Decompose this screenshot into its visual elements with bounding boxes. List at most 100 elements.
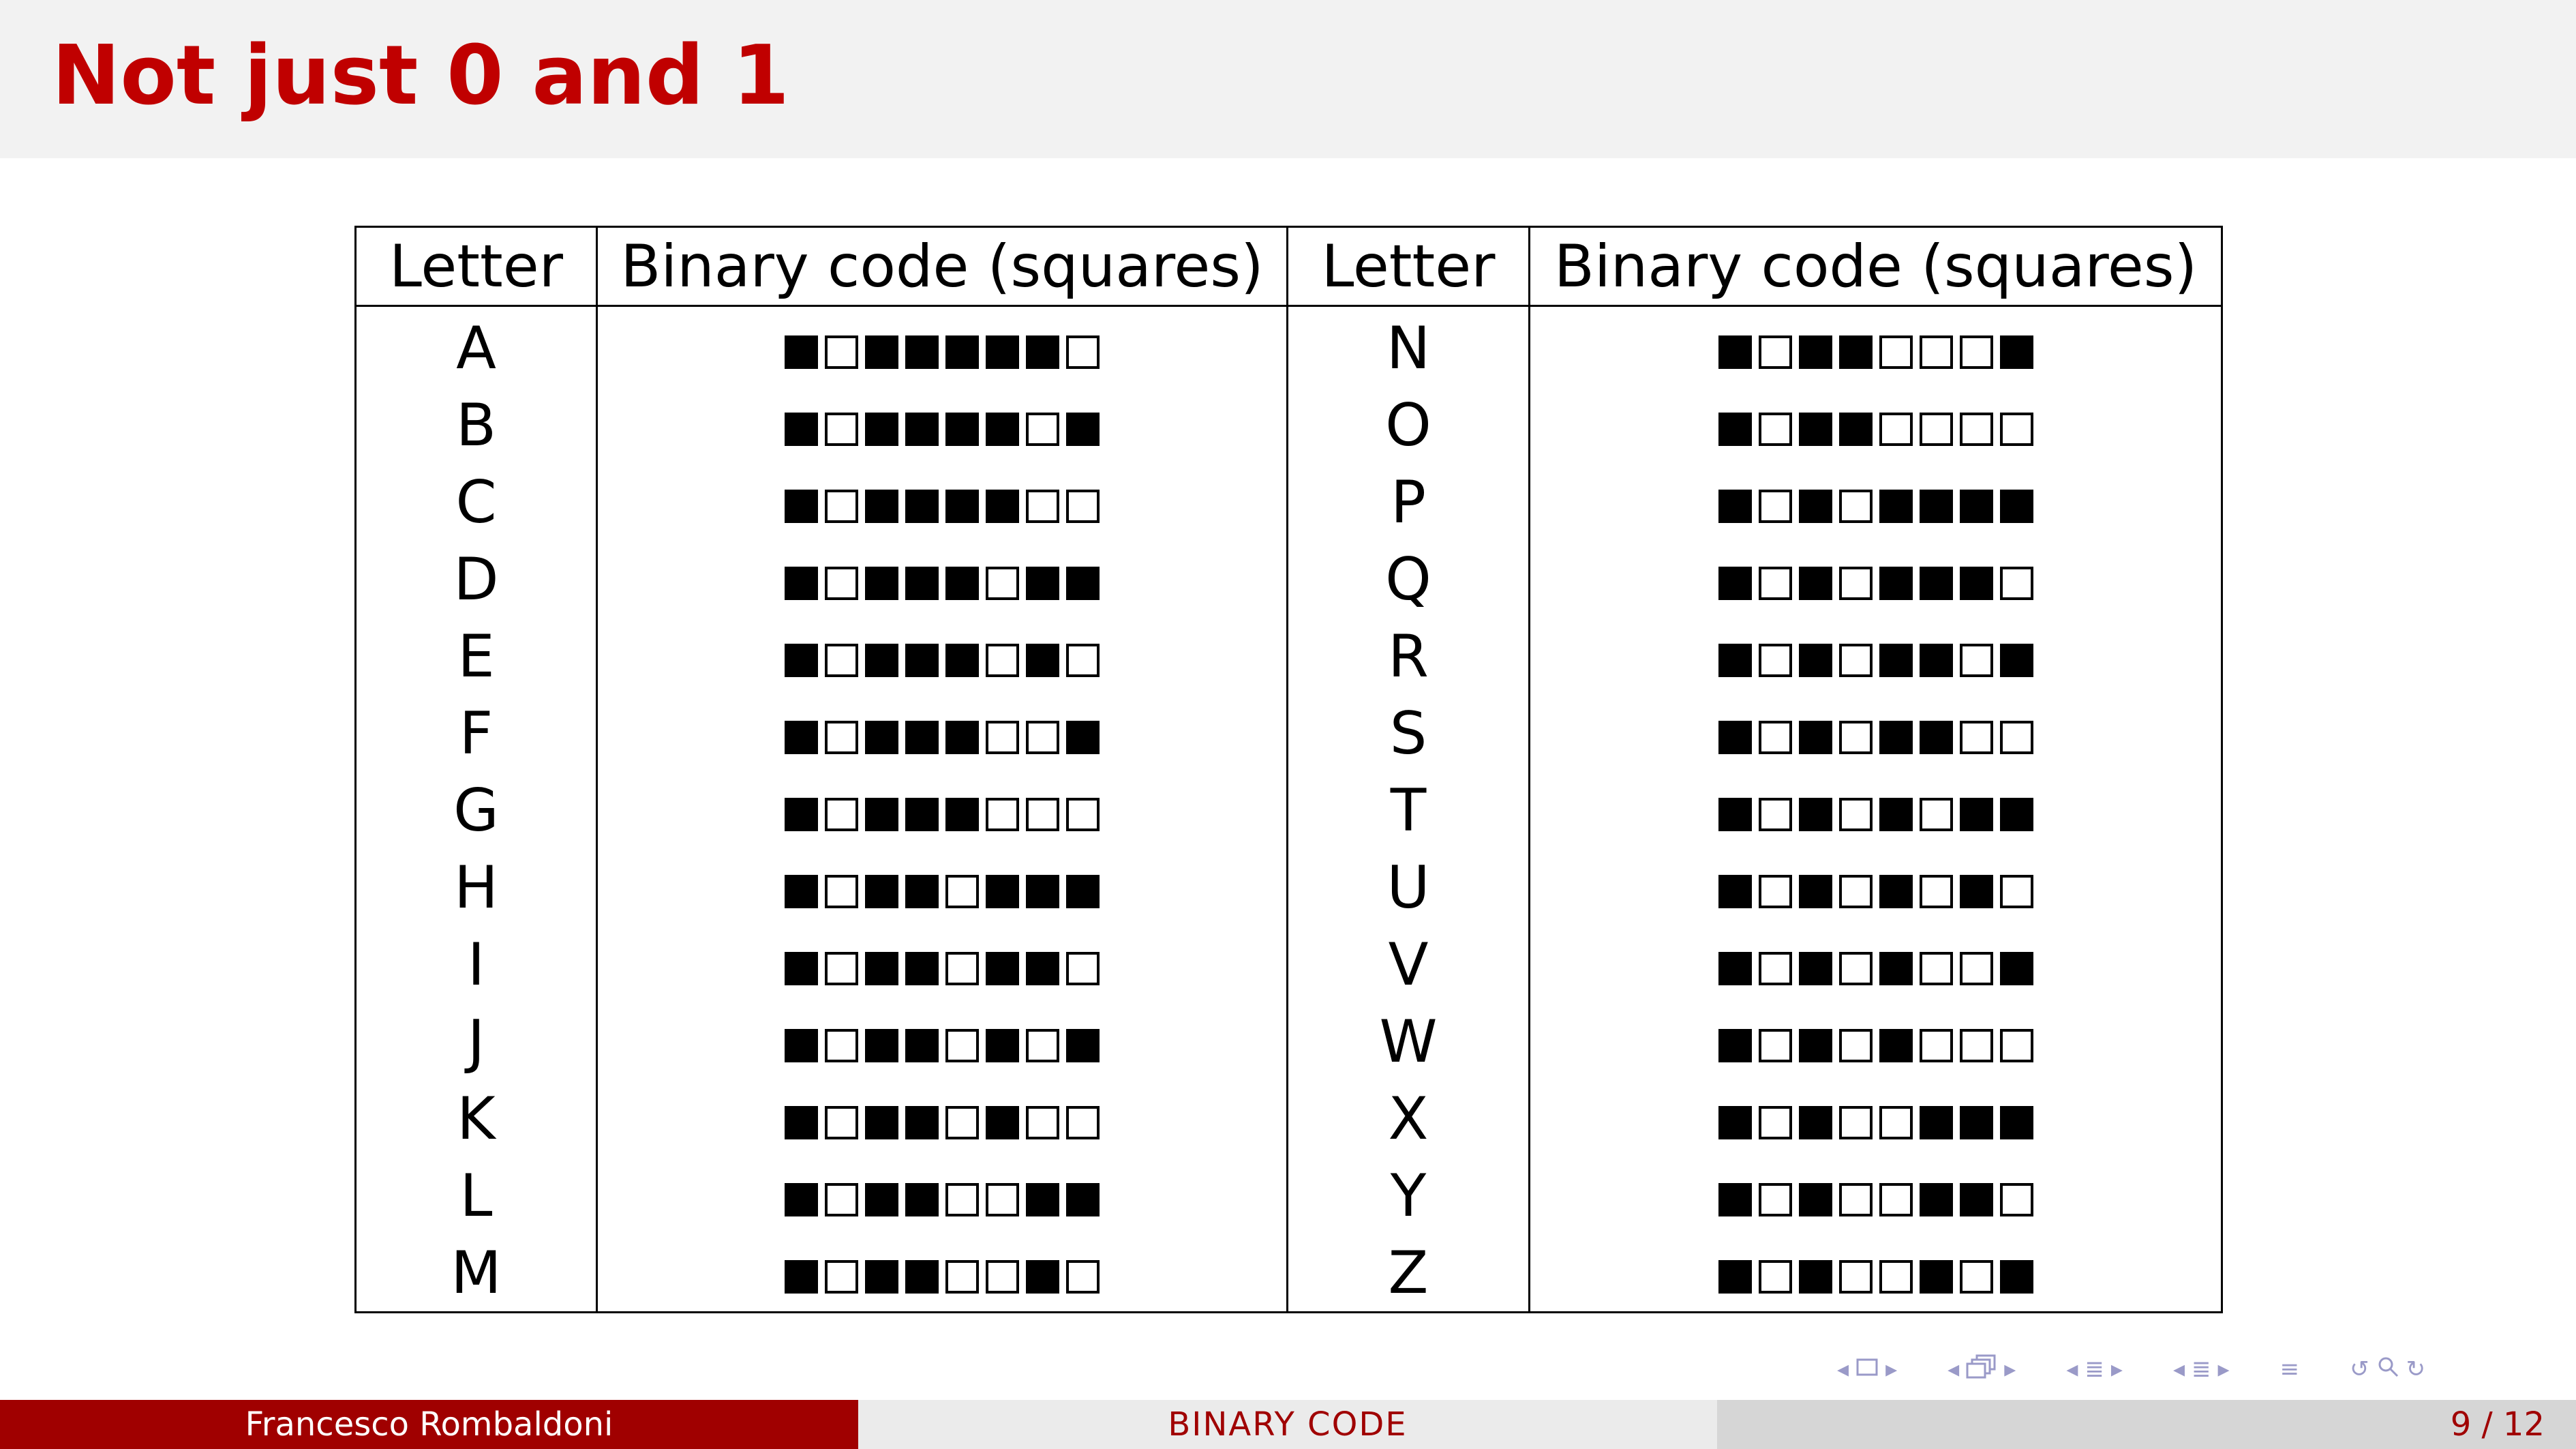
square-sequence [785, 874, 1100, 908]
search-icon[interactable] [2376, 1355, 2399, 1384]
empty-square [1959, 643, 1993, 677]
section-next-icon[interactable]: ▸ [2111, 1356, 2123, 1383]
empty-square [1919, 1028, 1953, 1062]
filled-square [905, 720, 939, 754]
table-row: HU [354, 849, 2223, 926]
empty-square [1758, 720, 1792, 754]
back-icon[interactable]: ↺ [2350, 1356, 2369, 1383]
filled-square [1999, 335, 2033, 369]
section2-icon[interactable]: ≣ [2192, 1356, 2211, 1383]
letter-cell-right: O [1286, 387, 1530, 464]
square-sequence [785, 643, 1100, 677]
binary-code-cell-left [596, 387, 1288, 464]
filled-square [1959, 566, 1993, 600]
square-sequence [785, 797, 1100, 831]
frame-icon[interactable] [1855, 1356, 1879, 1383]
filled-square [986, 1105, 1019, 1139]
empty-square [1959, 412, 1993, 446]
letter-cell-left: L [354, 1157, 598, 1234]
letter-cell-left: J [354, 1003, 598, 1080]
empty-square [1758, 489, 1792, 523]
empty-square [1838, 643, 1873, 677]
binary-code-cell-right [1528, 1003, 2223, 1080]
letter-cell-right: X [1286, 1080, 1530, 1157]
binary-code-cell-left [596, 695, 1288, 772]
filled-square [986, 489, 1019, 523]
filled-square [1838, 412, 1873, 446]
letter-cell-right: U [1286, 849, 1530, 926]
empty-square [1999, 720, 2033, 754]
section-prev-icon[interactable]: ◂ [2066, 1356, 2078, 1383]
binary-code-cell-right [1528, 618, 2223, 695]
binary-code-cell-right [1528, 541, 2223, 618]
filled-square [1999, 1105, 2033, 1139]
binary-code-cell-right [1528, 926, 2223, 1003]
subsection-next-icon[interactable]: ▸ [2004, 1356, 2016, 1383]
letter-cell-left: A [354, 305, 598, 387]
filled-square [905, 874, 939, 908]
frame-prev-icon[interactable]: ◂ [1837, 1356, 1849, 1383]
filled-square [785, 951, 818, 985]
align-icon[interactable]: ≡ [2280, 1356, 2300, 1383]
filled-square [1718, 720, 1752, 754]
filled-square [865, 1028, 898, 1062]
letter-cell-right: R [1286, 618, 1530, 695]
filled-square [1798, 874, 1832, 908]
empty-square [945, 874, 979, 908]
empty-square [825, 1259, 858, 1294]
section2-prev-icon[interactable]: ◂ [2173, 1356, 2185, 1383]
filled-square [945, 566, 979, 600]
empty-square [1026, 1105, 1059, 1139]
empty-square [825, 874, 858, 908]
section2-next-icon[interactable]: ▸ [2218, 1356, 2230, 1383]
empty-square [1838, 1259, 1873, 1294]
binary-code-cell-left [596, 541, 1288, 618]
subsection-prev-icon[interactable]: ◂ [1948, 1356, 1959, 1383]
letter-cell-left: I [354, 926, 598, 1003]
filled-square [785, 1028, 818, 1062]
section-icon[interactable]: ≣ [2085, 1356, 2104, 1383]
filled-square [945, 720, 979, 754]
filled-square [785, 797, 818, 831]
empty-square [1758, 951, 1792, 985]
empty-square [825, 1028, 858, 1062]
empty-square [1758, 797, 1792, 831]
filled-square [1919, 489, 1953, 523]
subsection-icon[interactable] [1966, 1354, 1997, 1385]
filled-square [1999, 1259, 2033, 1294]
filled-square [945, 489, 979, 523]
empty-square [986, 566, 1019, 600]
table-row: LY [354, 1157, 2223, 1234]
empty-square [1999, 1028, 2033, 1062]
empty-square [1026, 489, 1059, 523]
binary-code-cell-right [1528, 387, 2223, 464]
filled-square [1718, 412, 1752, 446]
filled-square [865, 566, 898, 600]
filled-square [986, 1028, 1019, 1062]
filled-square [1026, 643, 1059, 677]
square-sequence [785, 489, 1100, 523]
table-row: IV [354, 926, 2223, 1003]
letter-cell-left: K [354, 1080, 598, 1157]
empty-square [945, 1259, 979, 1294]
forward-icon[interactable]: ↻ [2406, 1356, 2426, 1383]
empty-square [1758, 643, 1792, 677]
binary-code-cell-left [596, 1003, 1288, 1080]
empty-square [945, 1028, 979, 1062]
filled-square [785, 720, 818, 754]
letter-cell-left: M [354, 1234, 598, 1313]
empty-square [1026, 412, 1059, 446]
filled-square [1999, 951, 2033, 985]
navigation-controls: ◂ ▸ ◂ ▸ ◂ ≣ ▸ ◂ ≣ ▸ ≡ ↺ ↻ [1837, 1354, 2425, 1384]
table-row: AN [354, 305, 2223, 387]
empty-square [1959, 1259, 1993, 1294]
filled-square [1026, 335, 1059, 369]
empty-square [1959, 1028, 1993, 1062]
table-row: MZ [354, 1234, 2223, 1313]
filled-square [865, 412, 898, 446]
empty-square [825, 489, 858, 523]
square-sequence [1718, 335, 2033, 369]
filled-square [1798, 643, 1832, 677]
empty-square [1066, 489, 1100, 523]
frame-next-icon[interactable]: ▸ [1885, 1356, 1897, 1383]
